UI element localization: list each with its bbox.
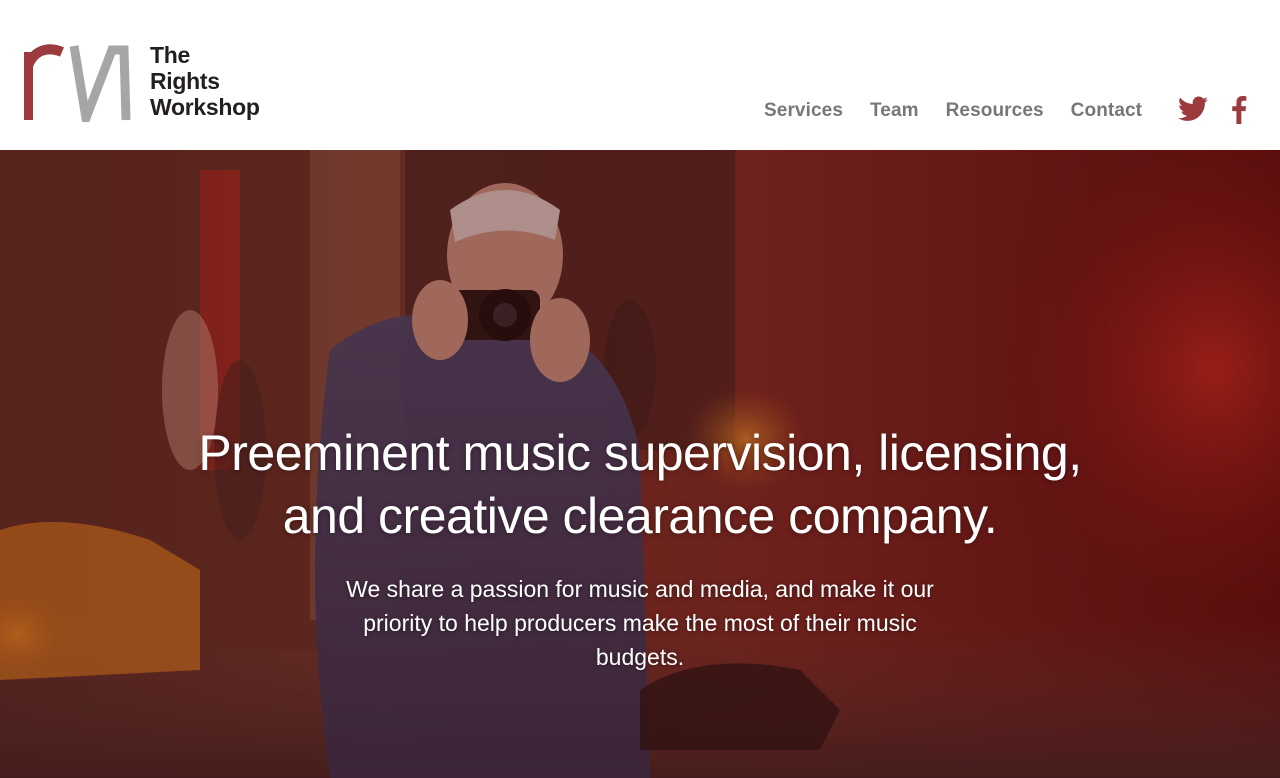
nav-item-resources[interactable]: Resources <box>946 98 1044 124</box>
site-header: The Rights Workshop Services Team Resour… <box>0 0 1280 150</box>
hero-subtitle: We share a passion for music and media, … <box>346 576 934 670</box>
nav-item-team[interactable]: Team <box>870 98 919 124</box>
brand-line-3: Workshop <box>150 94 260 120</box>
facebook-link[interactable] <box>1230 96 1250 124</box>
social-links <box>1178 96 1250 124</box>
hero-section: Preeminent music supervision, licensing,… <box>0 150 1280 778</box>
brand-line-2: Rights <box>150 68 220 94</box>
brand-name: The Rights Workshop <box>150 42 260 120</box>
rw-logo-icon <box>24 44 131 122</box>
nav-item-services[interactable]: Services <box>764 98 843 124</box>
main-nav: Services Team Resources Contact <box>764 98 1169 124</box>
site-logo[interactable]: The Rights Workshop <box>24 42 260 122</box>
twitter-icon <box>1178 96 1208 121</box>
hero-title-line-2: and creative clearance company. <box>282 488 998 544</box>
hero-title-line-1: Preeminent music supervision, licensing, <box>198 425 1082 481</box>
hero-title: Preeminent music supervision, licensing,… <box>140 422 1140 548</box>
nav-item-contact[interactable]: Contact <box>1071 98 1142 124</box>
facebook-icon <box>1232 96 1247 124</box>
twitter-link[interactable] <box>1178 96 1208 124</box>
brand-line-1: The <box>150 42 190 68</box>
